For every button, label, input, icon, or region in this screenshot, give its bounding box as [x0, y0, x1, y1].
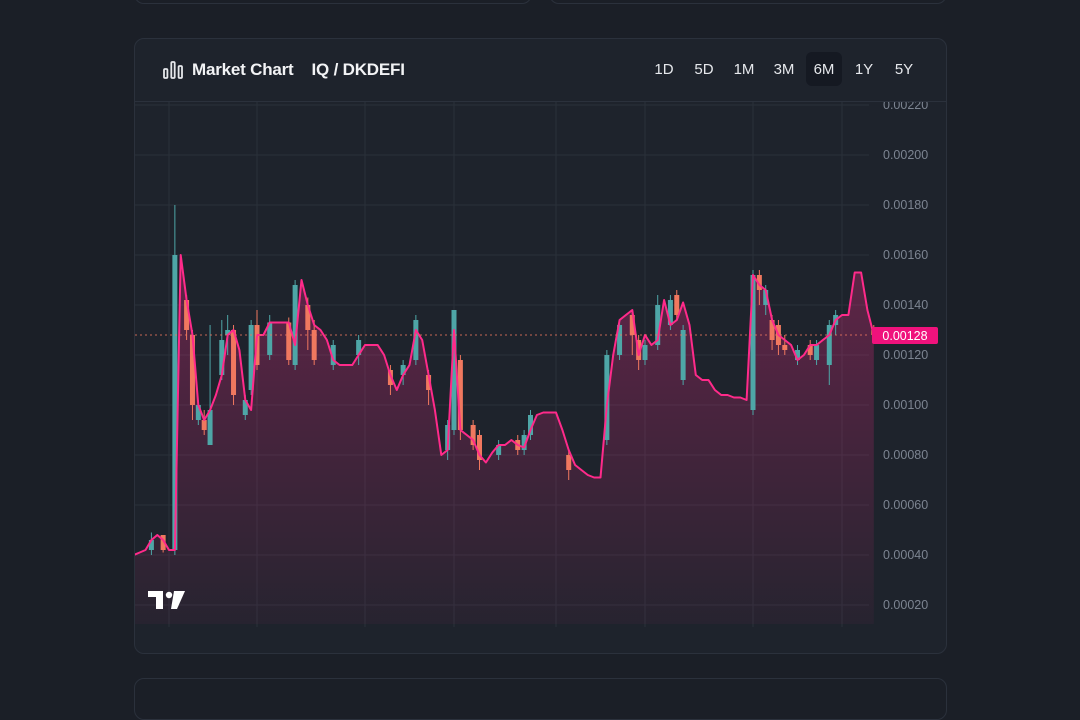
- y-tick-label: 0.00020: [883, 598, 928, 612]
- chart-title-group: Market Chart IQ / DKDEFI: [163, 60, 405, 80]
- candle-body: [680, 330, 686, 380]
- range-3m-button[interactable]: 3M: [766, 52, 802, 86]
- y-tick-label: 0.00040: [883, 548, 928, 562]
- y-tick-label: 0.00060: [883, 498, 928, 512]
- candle-body: [207, 410, 213, 445]
- y-tick-label: 0.00160: [883, 248, 928, 262]
- y-tick-label: 0.00100: [883, 398, 928, 412]
- chart-title: Market Chart: [192, 60, 294, 79]
- range-6m-button[interactable]: 6M: [806, 52, 842, 86]
- y-tick-label: 0.00080: [883, 448, 928, 462]
- time-range-selector: 1D 5D 1M 3M 6M 1Y 5Y: [642, 52, 922, 86]
- area-fill: [135, 255, 874, 624]
- candle-body: [642, 345, 648, 360]
- candle-body: [231, 330, 237, 395]
- price-chart[interactable]: 0.00220 0.00200 0.00180 0.00160 0.00140 0.001…: [135, 98, 946, 652]
- pair-label: IQ / DKDEFI: [311, 60, 405, 79]
- range-1y-button[interactable]: 1Y: [846, 52, 882, 86]
- range-1m-button[interactable]: 1M: [726, 52, 762, 86]
- card-above-right: [549, 0, 947, 4]
- chart-area[interactable]: 0.00220 0.00200 0.00180 0.00160 0.00140 0.001…: [135, 98, 946, 652]
- candle-body: [782, 345, 788, 350]
- y-tick-label: 0.00200: [883, 148, 928, 162]
- card-below: [134, 678, 947, 720]
- range-5y-button[interactable]: 5Y: [886, 52, 922, 86]
- market-chart-panel: Market Chart IQ / DKDEFI 1D 5D 1M 3M 6M …: [134, 38, 947, 654]
- candle: [680, 325, 686, 385]
- chart-header: Market Chart IQ / DKDEFI 1D 5D 1M 3M 6M …: [135, 39, 946, 102]
- candle-body: [201, 420, 207, 430]
- candle: [207, 325, 213, 445]
- card-above-left: [134, 0, 532, 4]
- y-tick-label: 0.00220: [883, 102, 928, 112]
- y-tick-label: 0.00140: [883, 298, 928, 312]
- y-tick-label: 0.00120: [883, 348, 928, 362]
- tradingview-logo[interactable]: [147, 589, 187, 613]
- candle-body: [814, 345, 820, 360]
- range-5d-button[interactable]: 5D: [686, 52, 722, 86]
- area-path: [135, 255, 874, 624]
- range-1d-button[interactable]: 1D: [646, 52, 682, 86]
- current-price-label: 0.00128: [882, 329, 927, 343]
- candle-body: [566, 455, 572, 470]
- bar-chart-icon: [163, 61, 183, 79]
- candle-body: [674, 295, 680, 315]
- y-tick-label: 0.00180: [883, 198, 928, 212]
